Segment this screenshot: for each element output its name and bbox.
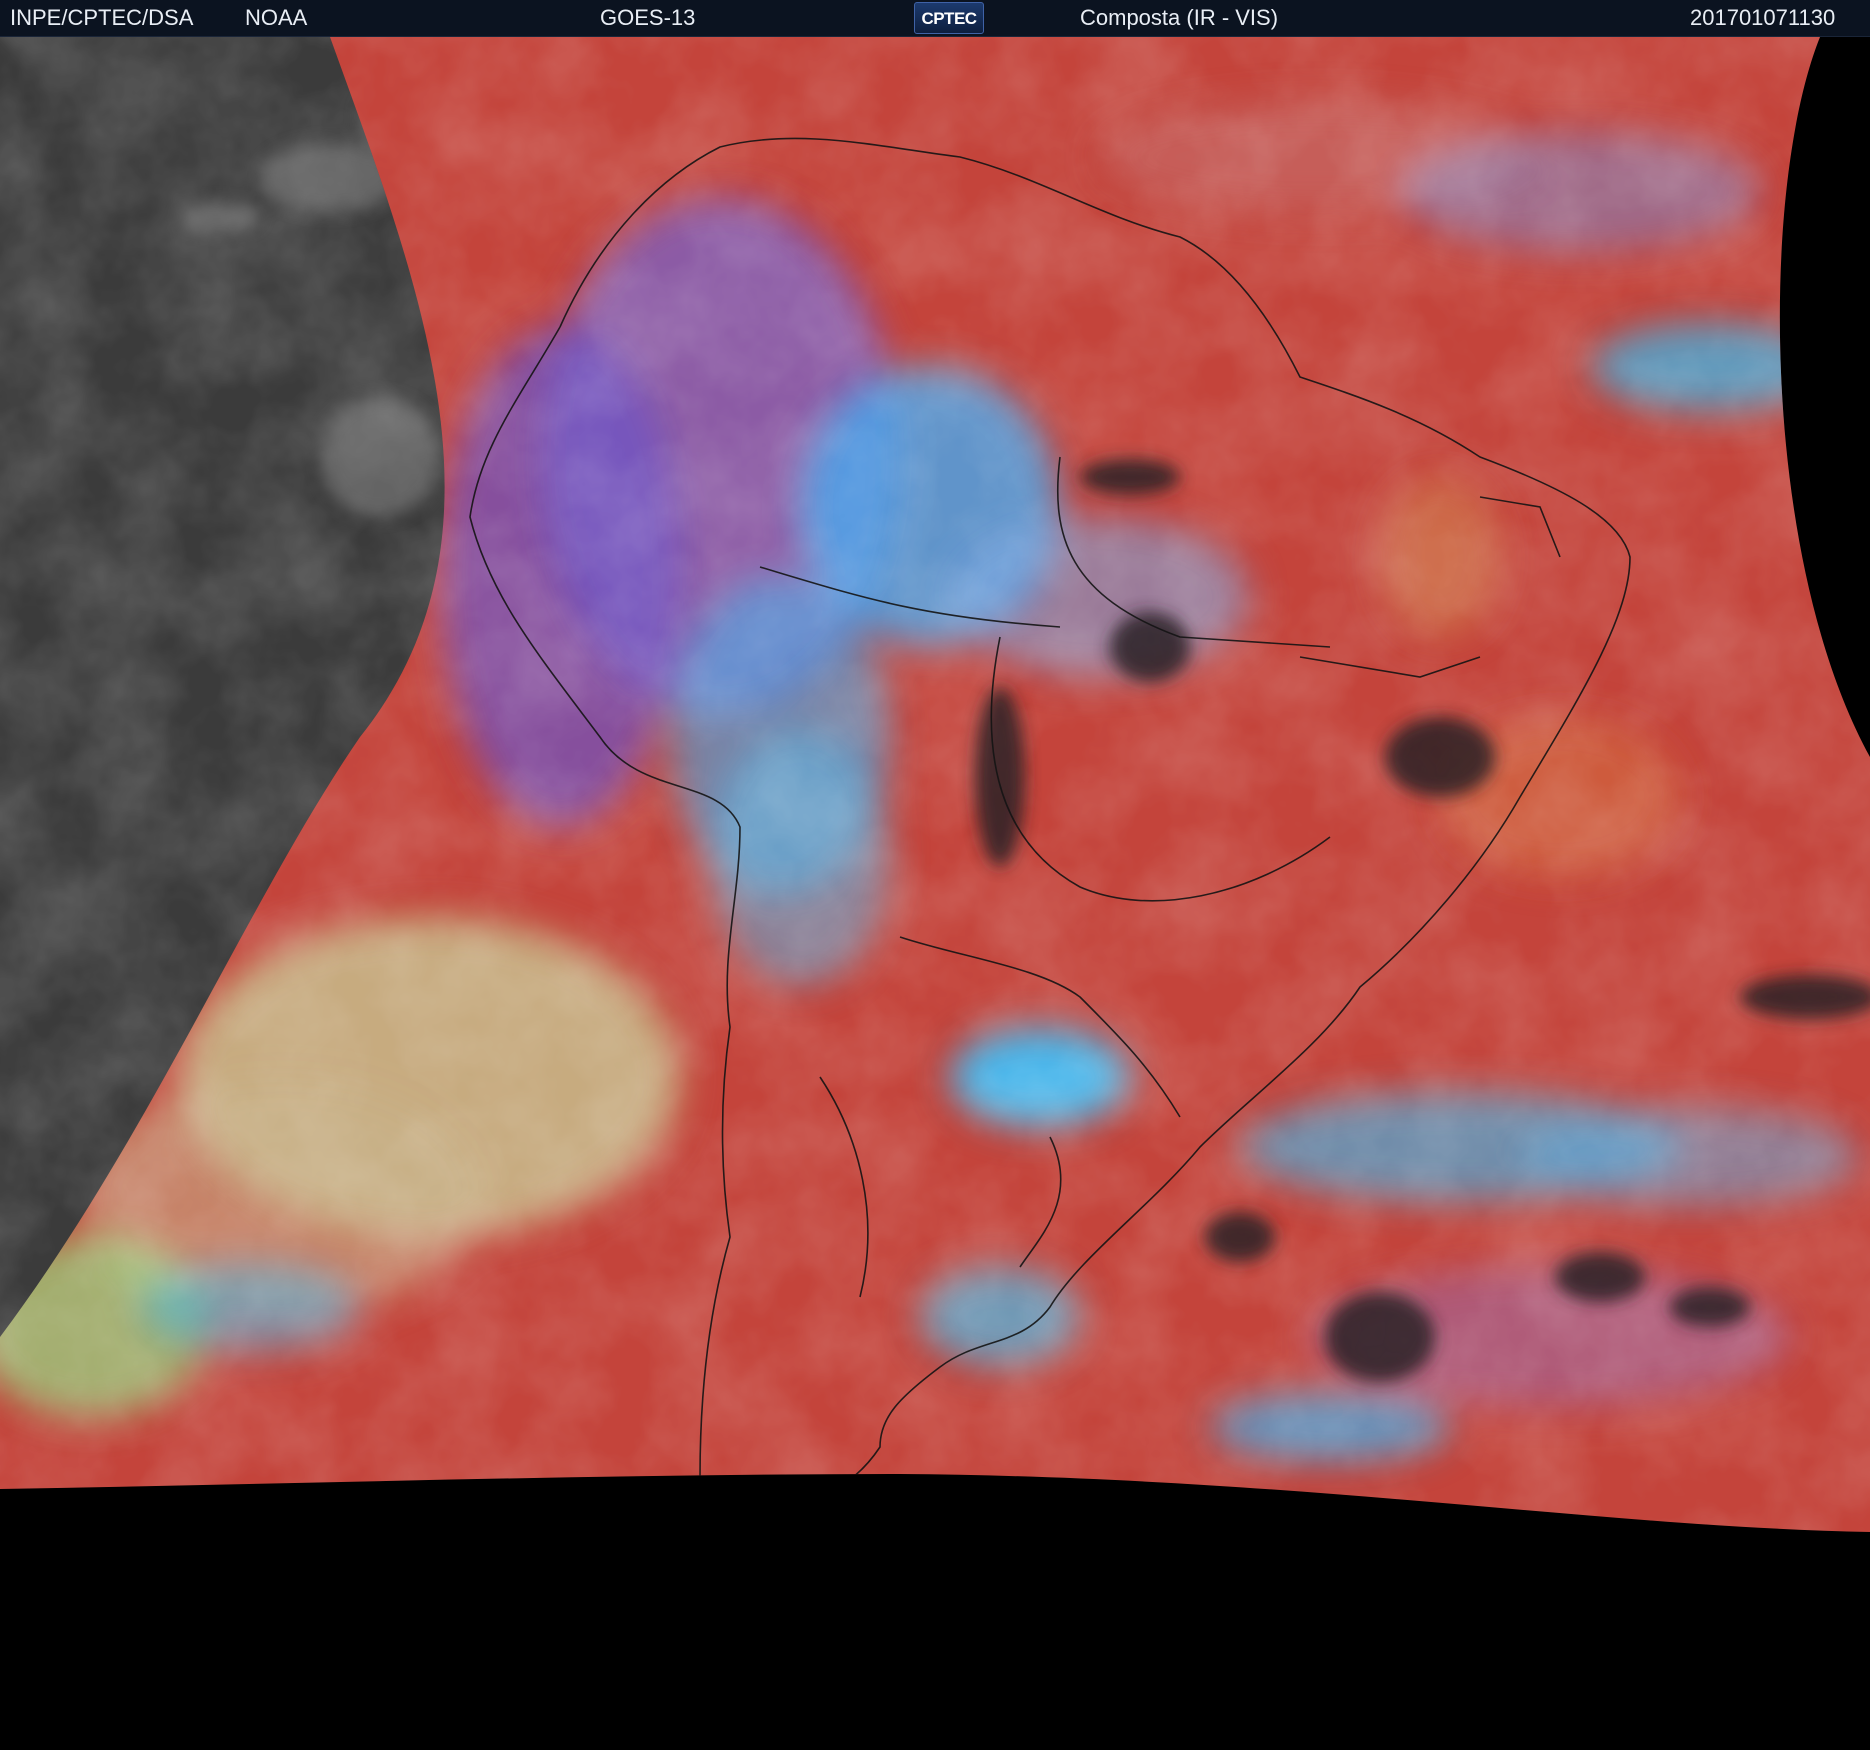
- logo-text: CPTEC: [921, 9, 977, 28]
- product-label: Composta (IR - VIS): [1080, 5, 1279, 30]
- satellite-label: GOES-13: [600, 5, 696, 30]
- satellite-composite-map: [0, 37, 1870, 1750]
- partner-label: NOAA: [245, 5, 308, 30]
- satellite-image: [0, 37, 1870, 1750]
- timestamp-label: 201701071130: [1690, 5, 1836, 30]
- agency-label: INPE/CPTEC/DSA: [10, 5, 194, 30]
- cptec-logo-icon: CPTEC: [914, 2, 984, 34]
- image-header-bar: INPE/CPTEC/DSA NOAA GOES-13 CPTEC Compos…: [0, 0, 1870, 37]
